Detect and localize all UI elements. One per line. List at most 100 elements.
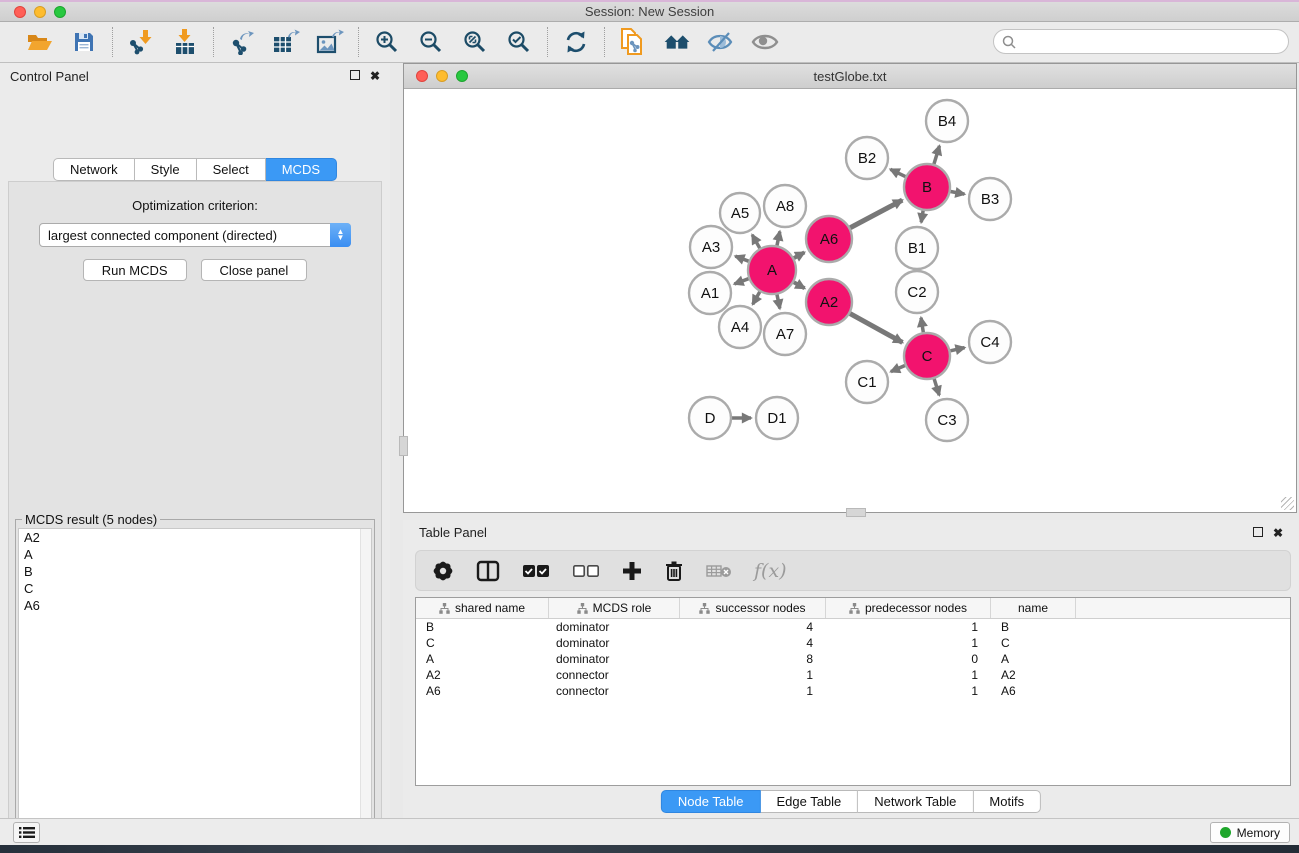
export-image-icon[interactable]: [316, 28, 344, 56]
graph-edge-A-A6[interactable]: [794, 252, 804, 258]
cell-mcds-role[interactable]: dominator: [549, 620, 680, 634]
graph-edge-B-B4[interactable]: [934, 146, 939, 164]
network-canvas[interactable]: B4B2BB3B1A5A8A6A3AA1C2A4A7A2C4CC1C3DD1: [404, 89, 1296, 512]
hide-selected-icon[interactable]: [707, 28, 735, 56]
cell-shared-name[interactable]: A6: [416, 684, 549, 698]
tab-network[interactable]: Network: [53, 158, 135, 181]
graph-edge-A-A1[interactable]: [734, 279, 748, 284]
float-panel-icon[interactable]: [350, 70, 360, 82]
panel-collapse-handle[interactable]: [399, 436, 408, 456]
graph-edge-A6-B[interactable]: [850, 200, 902, 228]
close-panel-icon[interactable]: ✖: [370, 70, 380, 82]
tab-edge-table[interactable]: Edge Table: [760, 790, 858, 813]
table-row[interactable]: Bdominator41B: [416, 619, 1290, 635]
table-row[interactable]: Adominator80A: [416, 651, 1290, 667]
refresh-icon[interactable]: [562, 28, 590, 56]
open-file-icon[interactable]: [26, 28, 54, 56]
select-columns-icon[interactable]: [522, 564, 550, 578]
import-network-icon[interactable]: [127, 28, 155, 56]
column-header-mcds-role[interactable]: MCDS role: [549, 598, 680, 618]
cell-successor-nodes[interactable]: 8: [680, 652, 826, 666]
cell-predecessor-nodes[interactable]: 1: [826, 636, 991, 650]
graph-edge-A2-C[interactable]: [850, 314, 902, 343]
mcds-result-list[interactable]: A2ABCA6: [18, 528, 372, 853]
tab-motifs[interactable]: Motifs: [973, 790, 1041, 813]
table-row[interactable]: Cdominator41C: [416, 635, 1290, 651]
cell-successor-nodes[interactable]: 4: [680, 620, 826, 634]
mcds-result-item[interactable]: A6: [19, 597, 371, 614]
graph-edge-A-A5[interactable]: [752, 235, 760, 248]
graph-edge-B-B2[interactable]: [890, 169, 905, 176]
first-neighbors-icon[interactable]: [663, 28, 691, 56]
task-history-button[interactable]: [13, 822, 40, 843]
mcds-result-item[interactable]: A2: [19, 529, 371, 546]
graph-edge-A-A4[interactable]: [753, 292, 760, 305]
zoom-selected-icon[interactable]: [505, 28, 533, 56]
unselect-columns-icon[interactable]: [572, 564, 600, 578]
column-header-successor-nodes[interactable]: successor nodes: [680, 598, 826, 618]
table-row[interactable]: A2connector11A2: [416, 667, 1290, 683]
column-header-predecessor-nodes[interactable]: predecessor nodes: [826, 598, 991, 618]
cell-successor-nodes[interactable]: 1: [680, 684, 826, 698]
cell-shared-name[interactable]: A: [416, 652, 549, 666]
cell-successor-nodes[interactable]: 4: [680, 636, 826, 650]
graph-edge-C-C1[interactable]: [891, 366, 905, 372]
network-close-button[interactable]: [416, 70, 428, 82]
minimize-window-button[interactable]: [34, 6, 46, 18]
cell-name[interactable]: C: [991, 636, 1076, 650]
cell-mcds-role[interactable]: connector: [549, 668, 680, 682]
resize-grip-icon[interactable]: [1281, 497, 1294, 510]
cell-predecessor-nodes[interactable]: 0: [826, 652, 991, 666]
float-panel-icon[interactable]: [1253, 527, 1263, 539]
cell-name[interactable]: A: [991, 652, 1076, 666]
gear-icon[interactable]: [432, 560, 454, 582]
graph-edge-A-A8[interactable]: [777, 231, 780, 245]
search-input[interactable]: [1021, 32, 1288, 52]
graph-edge-C-C3[interactable]: [934, 379, 939, 395]
graph-edge-C-C4[interactable]: [950, 348, 964, 351]
mcds-result-item[interactable]: C: [19, 580, 371, 597]
cell-name[interactable]: A2: [991, 668, 1076, 682]
import-table-icon[interactable]: [171, 28, 199, 56]
save-session-icon[interactable]: [70, 28, 98, 56]
search-field[interactable]: [993, 29, 1289, 54]
cell-successor-nodes[interactable]: 1: [680, 668, 826, 682]
cell-mcds-role[interactable]: dominator: [549, 652, 680, 666]
graph-edge-B-B1[interactable]: [921, 211, 923, 223]
close-window-button[interactable]: [14, 6, 26, 18]
list-scrollbar[interactable]: [360, 529, 371, 853]
run-mcds-button[interactable]: Run MCDS: [83, 259, 187, 281]
zoom-window-button[interactable]: [54, 6, 66, 18]
add-column-icon[interactable]: [622, 561, 642, 581]
cell-name[interactable]: A6: [991, 684, 1076, 698]
close-panel-icon[interactable]: ✖: [1273, 527, 1283, 539]
tab-select[interactable]: Select: [197, 158, 266, 181]
network-zoom-button[interactable]: [456, 70, 468, 82]
mcds-result-item[interactable]: B: [19, 563, 371, 580]
cell-mcds-role[interactable]: dominator: [549, 636, 680, 650]
cell-shared-name[interactable]: C: [416, 636, 549, 650]
cell-predecessor-nodes[interactable]: 1: [826, 668, 991, 682]
criterion-dropdown[interactable]: largest connected component (directed) ▲…: [39, 223, 351, 247]
cell-mcds-role[interactable]: connector: [549, 684, 680, 698]
memory-button[interactable]: Memory: [1210, 822, 1290, 843]
cell-shared-name[interactable]: A2: [416, 668, 549, 682]
network-minimize-button[interactable]: [436, 70, 448, 82]
delete-column-icon[interactable]: [664, 560, 684, 582]
tab-network-table[interactable]: Network Table: [858, 790, 973, 813]
zoom-fit-icon[interactable]: [461, 28, 489, 56]
mcds-result-item[interactable]: A: [19, 546, 371, 563]
graph-edge-A-A2[interactable]: [794, 282, 805, 288]
export-network-icon[interactable]: [228, 28, 256, 56]
cell-predecessor-nodes[interactable]: 1: [826, 684, 991, 698]
zoom-in-icon[interactable]: [373, 28, 401, 56]
column-header-name[interactable]: name: [991, 598, 1076, 618]
show-all-icon[interactable]: [751, 28, 779, 56]
panel-collapse-handle[interactable]: [846, 508, 866, 517]
zoom-out-icon[interactable]: [417, 28, 445, 56]
cell-predecessor-nodes[interactable]: 1: [826, 620, 991, 634]
tab-mcds[interactable]: MCDS: [266, 158, 337, 181]
graph-edge-A-A3[interactable]: [735, 256, 748, 261]
table-row[interactable]: A6connector11A6: [416, 683, 1290, 699]
tab-node-table[interactable]: Node Table: [661, 790, 761, 813]
